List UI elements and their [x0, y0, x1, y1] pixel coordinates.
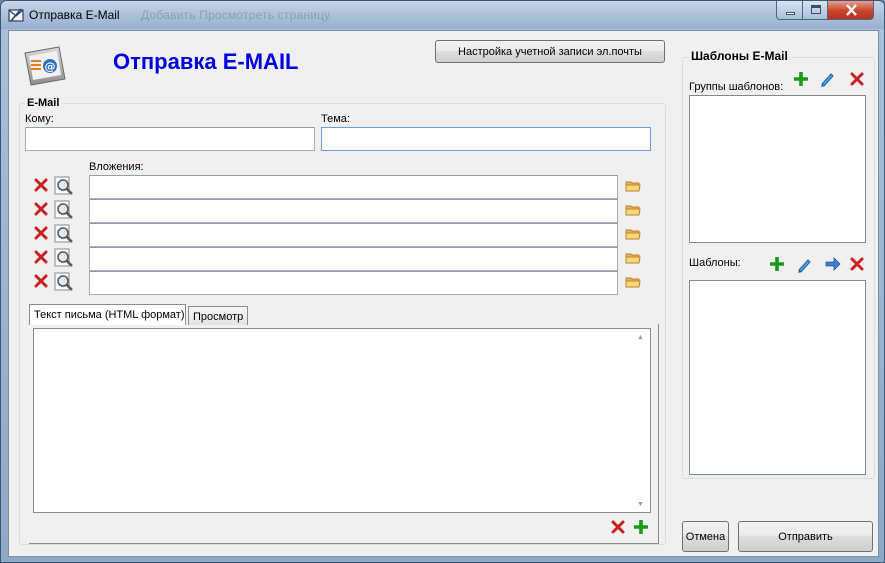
- minimize-icon: [786, 12, 795, 15]
- send-button[interactable]: Отправить: [738, 521, 873, 552]
- folder-icon[interactable]: [625, 202, 641, 218]
- template-groups-list[interactable]: [689, 95, 866, 243]
- subject-label: Тема:: [321, 113, 350, 125]
- minimize-button[interactable]: [776, 1, 803, 20]
- templates-title: Шаблоны E-Mail: [689, 49, 790, 63]
- attachment-input[interactable]: [89, 223, 618, 247]
- window-title: Отправка E-Mail: [29, 8, 120, 22]
- folder-icon[interactable]: [625, 274, 641, 290]
- to-label: Кому:: [25, 113, 54, 125]
- title-bar[interactable]: Отправка E-Mail Добавить Просмотреть стр…: [1, 1, 884, 29]
- attachment-input[interactable]: [89, 175, 618, 199]
- folder-icon[interactable]: [625, 226, 641, 242]
- account-settings-button[interactable]: Настройка учетной записи эл.почты: [435, 40, 665, 63]
- close-icon: [846, 4, 857, 16]
- maximize-button[interactable]: [802, 1, 828, 20]
- html-body-editor[interactable]: ▲ ▼: [33, 328, 651, 513]
- remove-attachment-icon[interactable]: [33, 201, 49, 217]
- subject-input[interactable]: [321, 127, 651, 151]
- window-app-icon: [8, 8, 24, 22]
- templates-list[interactable]: [689, 280, 866, 475]
- magnifier-icon[interactable]: [54, 176, 74, 196]
- page-title: Отправка E-MAIL: [113, 49, 299, 74]
- add-body-icon[interactable]: [633, 519, 649, 535]
- add-template-icon[interactable]: [769, 256, 785, 272]
- attachment-input[interactable]: [89, 271, 618, 295]
- delete-body-icon[interactable]: [610, 519, 626, 535]
- edit-template-icon[interactable]: [796, 257, 812, 273]
- attachment-input[interactable]: [89, 199, 618, 223]
- svg-text:@: @: [45, 60, 56, 73]
- scroll-down-icon[interactable]: ▼: [637, 501, 644, 508]
- remove-attachment-icon[interactable]: [33, 273, 49, 289]
- app-window: Отправка E-Mail Добавить Просмотреть стр…: [0, 0, 885, 563]
- close-button[interactable]: [827, 1, 874, 20]
- delete-group-icon[interactable]: [849, 71, 865, 87]
- template-groups-label: Группы шаблонов:: [689, 81, 784, 93]
- scroll-up-icon[interactable]: ▲: [637, 334, 644, 341]
- remove-attachment-icon[interactable]: [33, 249, 49, 265]
- attachment-input[interactable]: [89, 247, 618, 271]
- add-group-icon[interactable]: [793, 71, 809, 87]
- magnifier-icon[interactable]: [54, 248, 74, 268]
- magnifier-icon[interactable]: [54, 200, 74, 220]
- tab-html-text[interactable]: Текст письма (HTML формат): [29, 304, 186, 325]
- folder-icon[interactable]: [625, 250, 641, 266]
- remove-attachment-icon[interactable]: [33, 225, 49, 241]
- edit-group-icon[interactable]: [819, 71, 835, 87]
- cancel-button[interactable]: Отмена: [682, 521, 729, 552]
- editor-scrollbar[interactable]: ▲ ▼: [633, 330, 649, 511]
- remove-attachment-icon[interactable]: [33, 177, 49, 193]
- folder-icon[interactable]: [625, 178, 641, 194]
- window-ghost-title: Добавить Просмотреть страницу: [141, 8, 331, 22]
- move-template-arrow-icon[interactable]: [825, 256, 841, 272]
- delete-template-icon[interactable]: [849, 256, 865, 272]
- to-input[interactable]: [25, 127, 315, 151]
- email-group-label: E-Mail: [25, 97, 62, 109]
- attachments-label: Вложения:: [89, 161, 144, 173]
- magnifier-icon[interactable]: [54, 224, 74, 244]
- templates-label: Шаблоны:: [689, 257, 741, 269]
- client-area: @ Отправка E-MAIL Настройка учетной запи…: [8, 30, 879, 557]
- maximize-icon: [811, 5, 821, 14]
- magnifier-icon[interactable]: [54, 272, 74, 292]
- email-app-icon: @: [24, 46, 66, 86]
- tab-preview[interactable]: Просмотр: [188, 306, 248, 325]
